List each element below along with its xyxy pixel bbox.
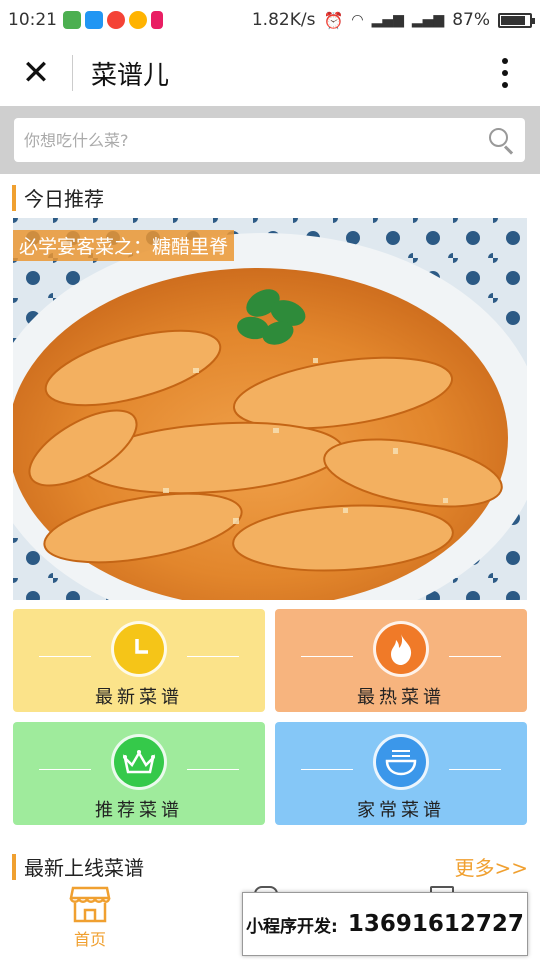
latest-section-header: 最新上线菜谱 更多>> [12, 852, 528, 881]
tab-home[interactable]: 首页 [60, 884, 120, 950]
featured-caption: 必学宴客菜之：糖醋里脊 [13, 230, 235, 261]
category-label: 推荐菜谱 [95, 800, 183, 821]
tile-divider-line [187, 656, 239, 657]
tile-divider-line [301, 769, 353, 770]
search-input[interactable] [24, 130, 487, 150]
featured-dish-image [13, 218, 527, 600]
network-speed: 1.82K/s [251, 10, 316, 30]
more-dot-icon [502, 82, 508, 88]
tab-home-label: 首页 [73, 930, 106, 949]
tile-divider-line [449, 769, 501, 770]
title-divider [72, 55, 73, 91]
more-dot-icon [502, 58, 508, 64]
section-accent-bar [12, 184, 16, 211]
app-notification-icon [107, 11, 125, 29]
search-box [14, 118, 525, 162]
category-label: 最热菜谱 [357, 687, 445, 708]
category-label: 家常菜谱 [357, 800, 445, 821]
tile-divider-line [301, 656, 353, 657]
featured-recipe-card[interactable]: 必学宴客菜之：糖醋里脊 [13, 218, 527, 600]
more-dot-icon [502, 70, 508, 76]
close-icon: ✕ [21, 53, 51, 93]
today-section-title: 今日推荐 [24, 187, 104, 211]
more-link[interactable]: 更多>> [454, 852, 528, 881]
tile-divider-line [39, 769, 91, 770]
bowl-icon [373, 734, 429, 790]
category-home-recipes[interactable]: 家常菜谱 [275, 722, 527, 825]
promo-phone: 13691612727 [347, 911, 524, 937]
more-menu-button[interactable] [470, 40, 540, 106]
category-label: 最新菜谱 [95, 687, 183, 708]
category-recommended-recipes[interactable]: 推荐菜谱 [13, 722, 265, 825]
status-bar: 10:21 1.82K/s ⏰ ◠ ▂▄▆ ▂▄▆ 87% [0, 0, 540, 40]
category-hot-recipes[interactable]: 最热菜谱 [275, 609, 527, 712]
clock-icon [111, 621, 167, 677]
category-latest-recipes[interactable]: 最新菜谱 [13, 609, 265, 712]
app-notification-icon [129, 11, 147, 29]
alarm-icon: ⏰ [323, 10, 344, 30]
signal-icon: ▂▄▆ [371, 12, 404, 28]
tile-divider-line [187, 769, 239, 770]
message-notification-icon [85, 11, 103, 29]
battery-percent: 87% [452, 10, 490, 30]
signal-icon: ▂▄▆ [411, 12, 445, 28]
tile-divider-line [39, 656, 91, 657]
app-notification-icon [63, 11, 81, 29]
app-title: 菜谱儿 [91, 60, 170, 91]
wifi-icon: ◠ [351, 12, 364, 28]
battery-icon [498, 12, 535, 28]
title-bar: ✕ 菜谱儿 [0, 40, 540, 106]
section-accent-bar [12, 853, 16, 880]
store-icon [69, 886, 111, 923]
crown-icon [111, 734, 167, 790]
today-section-header: 今日推荐 [12, 183, 528, 212]
promo-banner[interactable]: 小程序开发: 13691612727 [242, 892, 528, 956]
search-bar [0, 106, 540, 174]
search-icon[interactable] [487, 126, 515, 155]
latest-section-title: 最新上线菜谱 [24, 856, 144, 880]
status-time: 10:21 [8, 10, 57, 30]
promo-label: 小程序开发: [246, 916, 338, 937]
close-button[interactable]: ✕ [0, 40, 72, 106]
fire-icon [373, 621, 429, 677]
app-notification-icon [151, 11, 163, 29]
tile-divider-line [449, 656, 501, 657]
